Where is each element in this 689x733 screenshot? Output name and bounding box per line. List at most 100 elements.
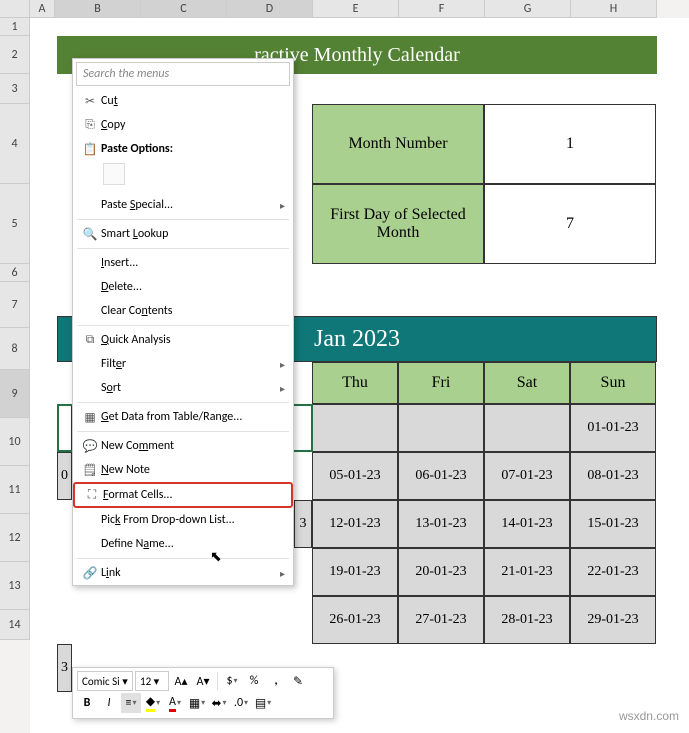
calendar-cell[interactable]: 3: [294, 500, 312, 548]
percent-format-button[interactable]: %: [244, 671, 264, 691]
row-header-5[interactable]: 5: [0, 184, 30, 264]
menu-label: Clear Contents: [101, 304, 287, 318]
calendar-cell[interactable]: 01-01-23: [570, 404, 656, 452]
calendar-cell[interactable]: 13-01-23: [398, 500, 484, 548]
col-header-c[interactable]: C: [141, 0, 227, 18]
row-header-11[interactable]: 11: [0, 466, 30, 514]
menu-smart-lookup[interactable]: 🔍 Smart Lookup: [73, 222, 293, 246]
italic-button[interactable]: I: [99, 693, 119, 713]
menu-separator: [77, 431, 289, 432]
calendar-cell[interactable]: 3: [57, 644, 72, 692]
font-size-select[interactable]: 12 ▾: [135, 671, 169, 691]
menu-format-cells[interactable]: ⛶ Format Cells...: [73, 482, 293, 508]
calendar-cell[interactable]: 20-01-23: [398, 548, 484, 596]
col-header-b[interactable]: B: [55, 0, 141, 18]
day-header-fri: Fri: [398, 362, 484, 404]
col-header-e[interactable]: E: [313, 0, 399, 18]
day-header-sat: Sat: [484, 362, 570, 404]
menu-new-comment[interactable]: 💬 New Comment: [73, 434, 293, 458]
cond-format-button[interactable]: ▤: [253, 693, 273, 713]
row-header-1[interactable]: 1: [0, 18, 30, 36]
merge-button[interactable]: ⬌: [209, 693, 229, 713]
calendar-cell[interactable]: 07-01-23: [484, 452, 570, 500]
font-color-button[interactable]: A: [165, 693, 185, 713]
row-header-7[interactable]: 7: [0, 282, 30, 328]
decimal-button[interactable]: .0: [231, 693, 251, 713]
menu-insert[interactable]: Insert...: [73, 251, 293, 275]
menu-clear-contents[interactable]: Clear Contents: [73, 299, 293, 323]
row-header-9[interactable]: 9: [0, 370, 30, 418]
menu-pick-from-list[interactable]: Pick From Drop-down List...: [73, 508, 293, 532]
row-header-10[interactable]: 10: [0, 418, 30, 466]
row-header-3[interactable]: 3: [0, 74, 30, 104]
menu-filter[interactable]: Filter ▸: [73, 352, 293, 376]
calendar-cell[interactable]: [312, 404, 398, 452]
calendar-cell[interactable]: 21-01-23: [484, 548, 570, 596]
calendar-cell[interactable]: 0: [57, 452, 72, 500]
font-select[interactable]: Comic Si ▾: [77, 671, 133, 691]
accounting-format-button[interactable]: $: [222, 671, 242, 691]
chevron-right-icon: ▸: [280, 358, 287, 371]
menu-label: Paste Special...: [101, 198, 280, 212]
menu-search-input[interactable]: Search the menus: [76, 62, 290, 86]
format-painter-button[interactable]: ✎: [288, 671, 308, 691]
borders-button[interactable]: ▦: [187, 693, 207, 713]
calendar-cell[interactable]: 26-01-23: [312, 596, 398, 644]
row-header-12[interactable]: 12: [0, 514, 30, 562]
decrease-font-icon[interactable]: A▾: [193, 671, 213, 691]
fill-color-button[interactable]: ◆: [143, 693, 163, 713]
row-header-14[interactable]: 14: [0, 610, 30, 640]
calendar-cell[interactable]: 29-01-23: [570, 596, 656, 644]
column-headers: ABCDEFGH: [30, 0, 657, 18]
calendar-cell[interactable]: 08-01-23: [570, 452, 656, 500]
col-header-f[interactable]: F: [399, 0, 485, 18]
calendar-cell[interactable]: [484, 404, 570, 452]
menu-new-note[interactable]: 🗒 New Note: [73, 458, 293, 482]
calendar-cell[interactable]: 28-01-23: [484, 596, 570, 644]
paste-default-icon[interactable]: [103, 163, 125, 185]
calendar-cell[interactable]: 14-01-23: [484, 500, 570, 548]
menu-copy[interactable]: ⎘ Copy: [73, 113, 293, 137]
row-header-4[interactable]: 4: [0, 104, 30, 184]
calendar-cell[interactable]: 15-01-23: [570, 500, 656, 548]
month-number-label: Month Number: [312, 104, 484, 184]
increase-font-icon[interactable]: A▴: [171, 671, 191, 691]
col-header-a[interactable]: A: [30, 0, 55, 18]
row-header-13[interactable]: 13: [0, 562, 30, 610]
col-header-d[interactable]: D: [227, 0, 313, 18]
menu-separator: [77, 558, 289, 559]
row-header-8[interactable]: 8: [0, 328, 30, 370]
comma-format-button[interactable]: ,: [266, 671, 286, 691]
calendar-cell[interactable]: 19-01-23: [312, 548, 398, 596]
align-button[interactable]: ≡: [121, 693, 141, 713]
row-header-6[interactable]: 6: [0, 264, 30, 282]
menu-sort[interactable]: Sort ▸: [73, 376, 293, 400]
note-icon: 🗒: [79, 463, 101, 478]
menu-cut[interactable]: ✂ Cut: [73, 89, 293, 113]
comment-icon: 💬: [79, 439, 101, 454]
menu-label: Define Name...: [101, 537, 287, 551]
day-header-sun: Sun: [570, 362, 656, 404]
select-all-corner[interactable]: [0, 0, 30, 18]
col-header-g[interactable]: G: [485, 0, 571, 18]
calendar-cell[interactable]: [398, 404, 484, 452]
calendar-cell[interactable]: 27-01-23: [398, 596, 484, 644]
menu-label: Link: [101, 566, 280, 580]
bold-button[interactable]: B: [77, 693, 97, 713]
menu-define-name[interactable]: Define Name...: [73, 532, 293, 556]
row-header-2[interactable]: 2: [0, 36, 30, 74]
menu-get-data[interactable]: ▦ Get Data from Table/Range...: [73, 405, 293, 429]
col-header-h[interactable]: H: [571, 0, 657, 18]
menu-paste-options: 📋 Paste Options:: [73, 137, 293, 161]
menu-paste-special[interactable]: Paste Special... ▸: [73, 193, 293, 217]
calendar-cell[interactable]: 05-01-23: [312, 452, 398, 500]
paste-option-buttons: [73, 161, 293, 193]
menu-delete[interactable]: Delete...: [73, 275, 293, 299]
menu-link[interactable]: 🔗 Link ▸: [73, 561, 293, 585]
calendar-cell[interactable]: [57, 404, 72, 452]
menu-quick-analysis[interactable]: ⧉ Quick Analysis: [73, 328, 293, 352]
chevron-right-icon: ▸: [280, 567, 287, 580]
calendar-cell[interactable]: 22-01-23: [570, 548, 656, 596]
calendar-cell[interactable]: 06-01-23: [398, 452, 484, 500]
calendar-cell[interactable]: 12-01-23: [312, 500, 398, 548]
